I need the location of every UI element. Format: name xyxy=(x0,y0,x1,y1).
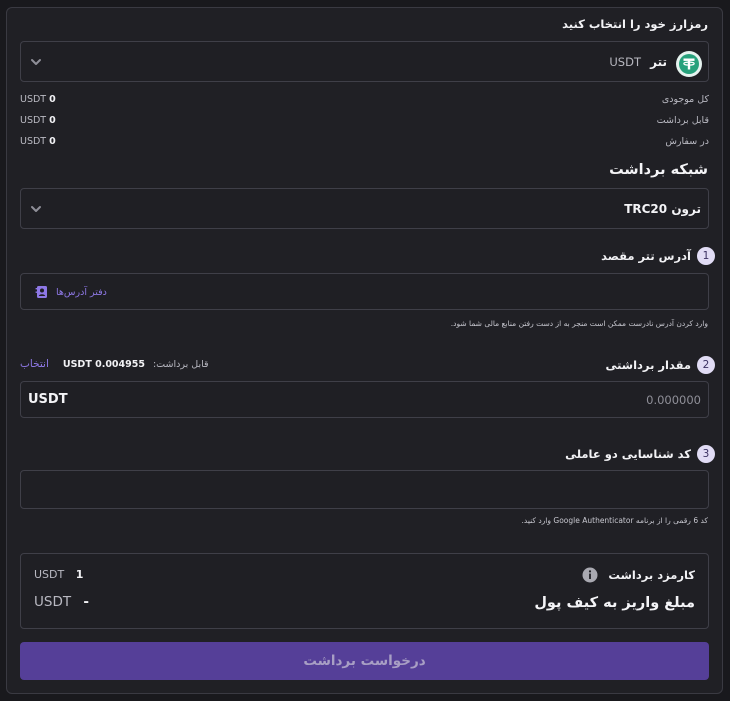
step-number: 1 xyxy=(697,247,715,265)
address-book-label: دفتر آدرس‌ها xyxy=(56,286,107,298)
amount-label: مقدار برداشتی xyxy=(605,358,691,372)
receive-value: - xyxy=(83,594,89,610)
fee-value: 1 xyxy=(75,568,84,581)
balance-row-in-orders: در سفارش USDT 0 xyxy=(20,136,709,150)
crypto-section-title: رمزارز خود را انتخاب کنید xyxy=(562,17,708,31)
network-select[interactable]: ترون TRC20 xyxy=(20,188,709,229)
crypto-symbol: USDT xyxy=(609,55,641,69)
crypto-name: تتر xyxy=(650,55,667,69)
crypto-select[interactable]: تتر USDT xyxy=(20,41,709,82)
available-row: انتخاب USDT 0.004955 قابل برداشت: xyxy=(20,358,209,370)
address-book-icon xyxy=(35,286,47,298)
amount-input[interactable]: USDT 0.000000 xyxy=(20,381,709,418)
network-value: ترون TRC20 xyxy=(624,202,701,216)
amount-step: 2 مقدار برداشتی xyxy=(605,356,715,374)
fee-summary: کارمزد برداشت USDT 1 مبلغ واریز به کیف پ… xyxy=(20,553,709,629)
balance-label: کل موجودی xyxy=(661,94,709,105)
fee-label: کارمزد برداشت xyxy=(608,568,695,582)
twofa-input[interactable] xyxy=(20,470,709,509)
info-icon[interactable] xyxy=(582,567,598,583)
twofa-step: 3 کد شناسایی دو عاملی xyxy=(565,445,715,463)
balance-value: USDT 0 xyxy=(20,94,56,105)
chevron-down-icon xyxy=(31,59,41,65)
receive-label: مبلغ واریز به کیف پول xyxy=(534,595,695,611)
tether-icon xyxy=(676,51,702,77)
twofa-hint: کد 6 رقمی را از برنامه Google Authentica… xyxy=(521,516,708,525)
twofa-label: کد شناسایی دو عاملی xyxy=(565,447,691,461)
fee-value-row: USDT 1 xyxy=(34,568,83,581)
network-title: شبکه برداشت xyxy=(609,162,708,178)
amount-unit: USDT xyxy=(28,392,68,407)
submit-withdraw-button[interactable]: درخواست برداشت xyxy=(20,642,709,680)
address-step: 1 آدرس تتر مقصد xyxy=(601,247,715,265)
available-label: قابل برداشت: xyxy=(152,358,209,370)
address-book-link[interactable]: دفتر آدرس‌ها xyxy=(35,285,107,299)
balance-row-withdrawable: قابل برداشت USDT 0 xyxy=(20,115,709,129)
balance-label: قابل برداشت xyxy=(656,115,709,126)
step-number: 2 xyxy=(697,356,715,374)
select-all-link[interactable]: انتخاب xyxy=(20,358,49,370)
chevron-down-icon xyxy=(31,206,41,212)
fee-label-row: کارمزد برداشت xyxy=(582,567,695,583)
receive-value-row: USDT - xyxy=(34,594,89,610)
step-number: 3 xyxy=(697,445,715,463)
balance-value: USDT 0 xyxy=(20,115,56,126)
fee-unit: USDT xyxy=(34,568,65,581)
address-label: آدرس تتر مقصد xyxy=(601,249,691,263)
receive-unit: USDT xyxy=(34,594,72,610)
available-value: USDT 0.004955 xyxy=(62,358,145,370)
amount-placeholder: 0.000000 xyxy=(646,393,701,407)
balance-row-total: کل موجودی USDT 0 xyxy=(20,94,709,108)
address-hint: وارد کردن آدرس نادرست ممکن است منجر به ا… xyxy=(450,319,708,328)
address-input[interactable]: دفتر آدرس‌ها xyxy=(20,273,709,310)
balance-label: در سفارش xyxy=(665,136,709,147)
balance-value: USDT 0 xyxy=(20,136,56,147)
